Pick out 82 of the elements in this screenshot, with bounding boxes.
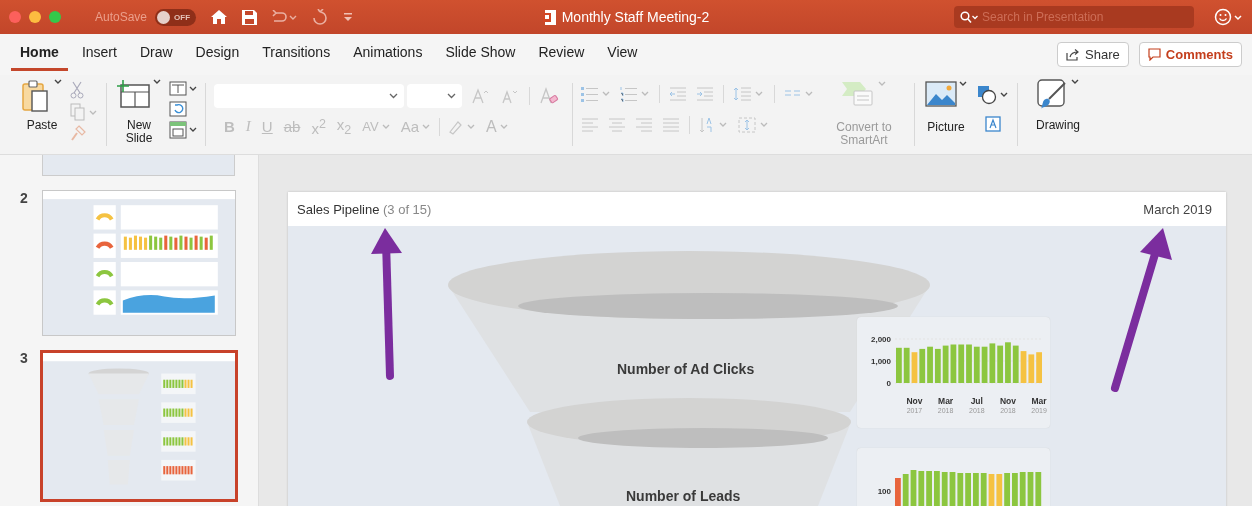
decrease-indent-icon[interactable] bbox=[669, 87, 687, 101]
slide-number: 3 bbox=[19, 350, 29, 366]
clear-formatting-icon[interactable] bbox=[539, 87, 559, 105]
ribbon-tab[interactable]: Insert bbox=[72, 38, 126, 71]
comment-icon bbox=[1147, 48, 1161, 61]
y-axis-label: 2,000 bbox=[870, 335, 891, 344]
caret-icon bbox=[422, 123, 431, 130]
font-name-field[interactable] bbox=[214, 84, 404, 108]
slide-title: Sales Pipeline (3 of 15) bbox=[297, 201, 432, 217]
text-direction-icon[interactable] bbox=[699, 117, 729, 133]
ribbon-tab[interactable]: Home bbox=[11, 38, 68, 71]
reset-slide-icon[interactable] bbox=[169, 101, 187, 117]
ribbon-tab[interactable]: Transitions bbox=[253, 38, 340, 71]
slide-thumbnail[interactable] bbox=[42, 190, 236, 336]
section-icon[interactable] bbox=[169, 121, 197, 139]
caret-icon bbox=[54, 79, 62, 85]
y-axis-label: 1,000 bbox=[870, 357, 891, 366]
slide-thumbnail[interactable] bbox=[40, 350, 238, 502]
home-icon[interactable] bbox=[210, 9, 229, 25]
picture-icon bbox=[925, 81, 957, 107]
font-size-field[interactable] bbox=[407, 84, 462, 108]
increase-font-size-icon[interactable] bbox=[471, 88, 491, 104]
funnel-stage-label: Number of Ad Clicks bbox=[617, 361, 755, 377]
caret-icon bbox=[1071, 79, 1079, 85]
autosave-toggle[interactable]: OFF bbox=[155, 8, 197, 26]
smiley-feedback-icon[interactable] bbox=[1214, 8, 1244, 26]
smartart-icon bbox=[842, 81, 876, 107]
document-icon bbox=[542, 9, 556, 25]
picture-button[interactable]: Picture bbox=[923, 81, 969, 134]
save-icon[interactable] bbox=[242, 9, 258, 25]
copy-icon[interactable] bbox=[70, 103, 98, 121]
ribbon-tab[interactable]: View bbox=[598, 38, 647, 71]
caret-icon bbox=[381, 123, 390, 130]
x-axis-label: Nov bbox=[906, 396, 923, 406]
format-painter-icon[interactable] bbox=[70, 125, 86, 141]
slide-date: March 2019 bbox=[1143, 201, 1212, 217]
scissors-icon[interactable] bbox=[70, 81, 84, 99]
ribbon-tab[interactable]: Draw bbox=[130, 38, 182, 71]
paste-button[interactable]: Paste bbox=[20, 79, 64, 132]
funnel-stage-label: Number of Leads bbox=[626, 488, 741, 504]
share-icon bbox=[1066, 48, 1081, 61]
x-axis-label: Nov bbox=[999, 396, 1016, 406]
x-axis-label: Mar bbox=[938, 396, 954, 406]
decrease-font-size-icon[interactable] bbox=[500, 88, 520, 104]
shapes-icon[interactable] bbox=[977, 85, 1009, 105]
y-axis-label: 0 bbox=[886, 379, 891, 388]
brush-icon bbox=[1037, 79, 1069, 111]
close-window-icon[interactable] bbox=[9, 11, 21, 23]
new-slide-button[interactable]: New Slide bbox=[115, 79, 163, 145]
ribbon-tab[interactable]: Slide Show bbox=[436, 38, 525, 71]
ribbon-tab[interactable]: Review bbox=[529, 38, 594, 71]
ribbon-tab[interactable]: Animations bbox=[344, 38, 432, 71]
minimize-window-icon[interactable] bbox=[29, 11, 41, 23]
increase-indent-icon[interactable] bbox=[696, 87, 714, 101]
caret-icon bbox=[499, 123, 508, 130]
caret-icon bbox=[959, 81, 967, 87]
bullets-icon[interactable] bbox=[581, 86, 611, 102]
x-axis-label: Mar bbox=[1031, 396, 1047, 406]
new-slide-icon bbox=[117, 79, 151, 109]
numbering-icon[interactable] bbox=[620, 86, 650, 102]
caret-icon bbox=[447, 93, 456, 99]
ribbon-tab[interactable]: Design bbox=[186, 38, 249, 71]
line-spacing-icon[interactable] bbox=[733, 86, 765, 102]
slide-number: 2 bbox=[19, 190, 29, 206]
comments-button[interactable]: Comments bbox=[1138, 42, 1242, 67]
y-axis-label: 100 bbox=[877, 487, 891, 496]
undo-icon[interactable] bbox=[271, 10, 298, 24]
autosave-label: AutoSave bbox=[95, 10, 148, 24]
caret-icon bbox=[389, 93, 398, 99]
share-button[interactable]: Share bbox=[1057, 42, 1129, 67]
x-axis-label: Jul bbox=[970, 396, 983, 406]
redo-icon[interactable] bbox=[311, 9, 330, 25]
drawing-button[interactable]: Drawing bbox=[1034, 79, 1082, 132]
layout-icon[interactable] bbox=[169, 81, 197, 97]
caret-icon bbox=[878, 81, 886, 87]
document-title: Monthly Staff Meeting-2 bbox=[561, 9, 710, 25]
zoom-window-icon[interactable] bbox=[49, 11, 61, 23]
text-box-icon[interactable] bbox=[984, 115, 1002, 133]
customize-toolbar-icon[interactable] bbox=[343, 12, 354, 22]
caret-icon bbox=[153, 79, 161, 85]
search-icon bbox=[960, 11, 978, 23]
align-text-icon[interactable] bbox=[738, 117, 770, 133]
